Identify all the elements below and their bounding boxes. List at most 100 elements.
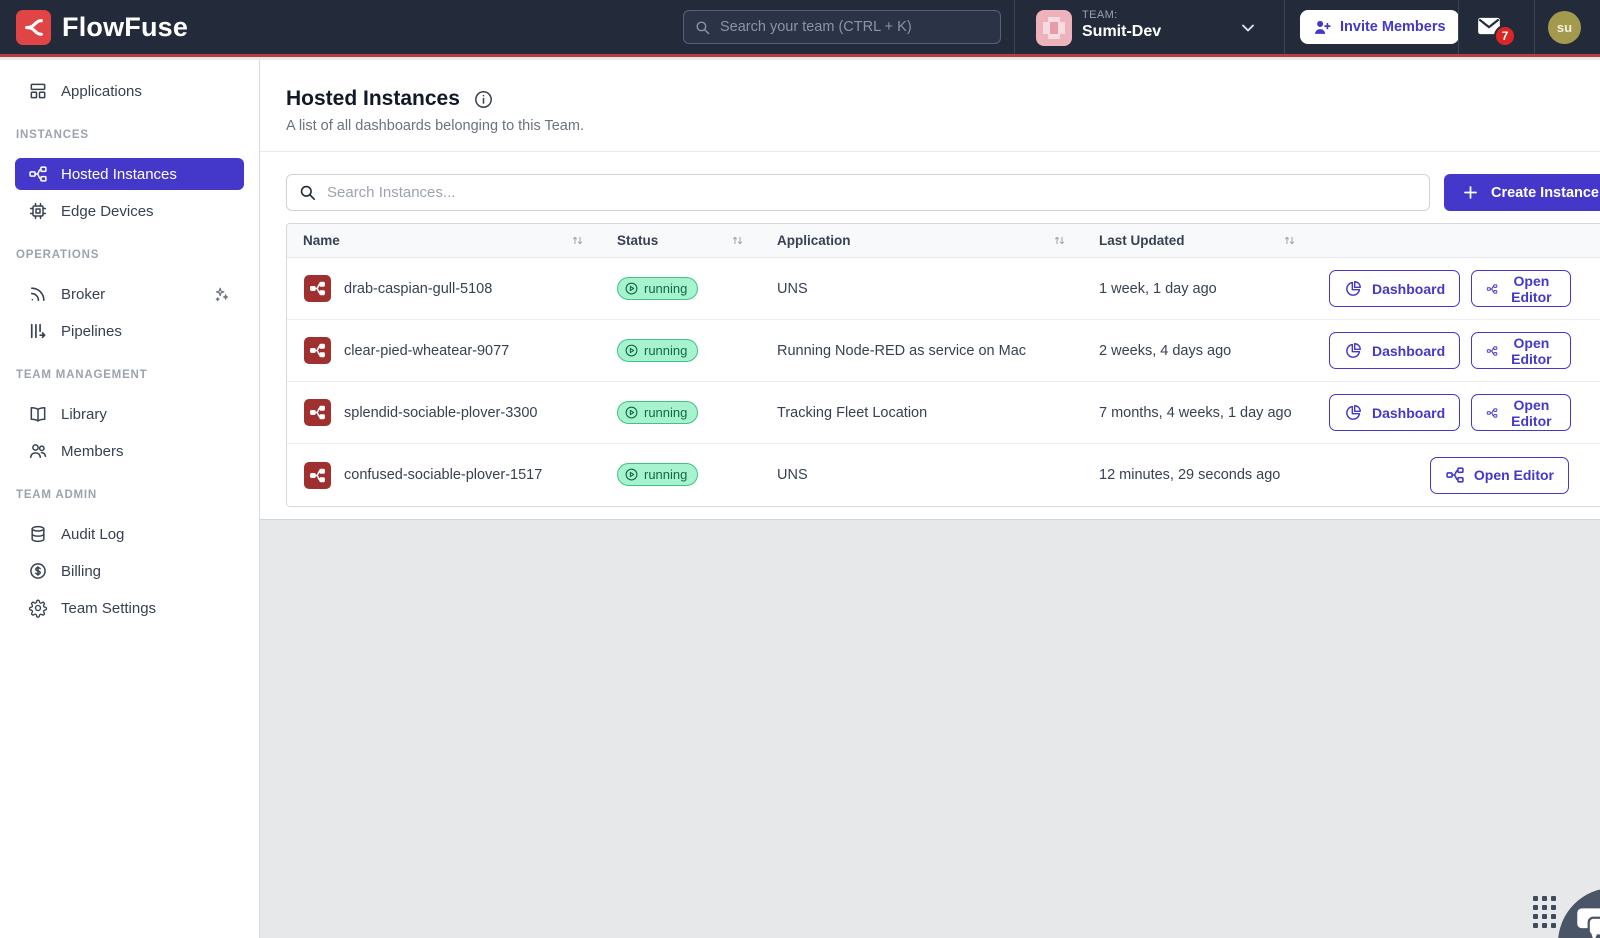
play-circle-icon	[624, 281, 639, 296]
sidebar-item-broker[interactable]: Broker	[15, 278, 244, 310]
status-label: running	[644, 343, 687, 358]
play-circle-icon	[624, 343, 639, 358]
search-icon	[298, 183, 317, 202]
status-label: running	[644, 467, 687, 482]
open-editor-button[interactable]: Open Editor	[1471, 332, 1570, 369]
column-header-status[interactable]: Status	[617, 224, 777, 257]
sidebar-item-label: Audit Log	[61, 526, 124, 543]
sidebar-item-label: Members	[61, 443, 124, 460]
column-header-application[interactable]: Application	[777, 224, 1099, 257]
users-icon	[28, 441, 48, 461]
status-badge: running	[617, 277, 698, 300]
applications-icon	[28, 81, 48, 101]
dollar-circle-icon	[28, 561, 48, 581]
user-plus-icon	[1313, 18, 1332, 37]
navbar-divider	[1014, 0, 1015, 54]
plus-icon	[1461, 183, 1480, 202]
pipelines-icon	[28, 321, 48, 341]
status-badge: running	[617, 401, 698, 424]
team-avatar[interactable]	[1036, 10, 1072, 46]
team-label: TEAM:	[1082, 9, 1161, 21]
team-search[interactable]	[683, 10, 1001, 44]
node-branch-icon	[1486, 279, 1498, 299]
sidebar-item-label: Team Settings	[61, 600, 156, 617]
sort-icon[interactable]	[570, 233, 585, 248]
sidebar-item-library[interactable]: Library	[15, 398, 244, 430]
sidebar-item-team-settings[interactable]: Team Settings	[15, 592, 244, 624]
pie-chart-icon	[1344, 403, 1363, 422]
sidebar-item-billing[interactable]: Billing	[15, 555, 244, 587]
gear-icon	[28, 598, 48, 618]
instance-search-input[interactable]	[327, 184, 1418, 201]
create-instance-label: Create Instance	[1491, 185, 1599, 201]
navbar-divider	[1284, 0, 1285, 54]
last-updated: 12 minutes, 29 seconds ago	[1099, 467, 1280, 483]
top-navbar: FlowFuse TEAM: Sumit-Dev Invite Members	[0, 0, 1600, 57]
sparkles-icon	[211, 284, 231, 304]
main-content: Hosted Instances A list of all dashboard…	[260, 60, 1600, 938]
dashboard-button[interactable]: Dashboard	[1329, 270, 1460, 307]
table-row[interactable]: drab-caspian-gull-5108 running UNS 1 wee…	[287, 258, 1600, 320]
user-avatar[interactable]: su	[1548, 11, 1581, 44]
play-circle-icon	[624, 405, 639, 420]
table-row[interactable]: clear-pied-wheatear-9077 running Running…	[287, 320, 1600, 382]
open-editor-button[interactable]: Open Editor	[1471, 270, 1570, 307]
instance-name: confused-sociable-plover-1517	[344, 467, 542, 483]
sidebar-item-edge-devices[interactable]: Edge Devices	[15, 195, 244, 227]
sidebar-item-members[interactable]: Members	[15, 435, 244, 467]
notifications-button[interactable]: 7	[1474, 13, 1520, 47]
dashboard-button[interactable]: Dashboard	[1329, 394, 1460, 431]
sidebar-item-label: Library	[61, 406, 107, 423]
toolbar: Create Instance	[260, 152, 1600, 211]
node-red-instance-icon	[304, 337, 331, 364]
table-body: drab-caspian-gull-5108 running UNS 1 wee…	[287, 258, 1600, 506]
widget-drag-handle[interactable]	[1533, 896, 1556, 928]
info-icon[interactable]	[473, 89, 494, 110]
instance-name: clear-pied-wheatear-9077	[344, 343, 509, 359]
sidebar-item-audit-log[interactable]: Audit Log	[15, 518, 244, 550]
chevron-down-icon[interactable]	[1238, 18, 1258, 38]
sidebar-item-applications[interactable]: Applications	[15, 75, 244, 107]
book-open-icon	[28, 404, 48, 424]
sort-icon[interactable]	[1282, 233, 1297, 248]
brand[interactable]: FlowFuse	[16, 10, 188, 45]
table-row[interactable]: splendid-sociable-plover-3300 running Tr…	[287, 382, 1600, 444]
pie-chart-icon	[1344, 279, 1363, 298]
sidebar-item-hosted-instances[interactable]: Hosted Instances	[15, 158, 244, 190]
sidebar-item-label: Broker	[61, 286, 105, 303]
sidebar-item-pipelines[interactable]: Pipelines	[15, 315, 244, 347]
team-selector[interactable]: TEAM: Sumit-Dev	[1082, 9, 1161, 41]
instance-search[interactable]	[286, 174, 1430, 211]
column-header-last-updated[interactable]: Last Updated	[1099, 224, 1329, 257]
sidebar-item-label: Billing	[61, 563, 101, 580]
broker-rss-icon	[28, 284, 48, 304]
node-branch-icon	[1445, 465, 1465, 485]
open-editor-button[interactable]: Open Editor	[1430, 457, 1569, 494]
sidebar-item-label: Hosted Instances	[61, 166, 177, 183]
sort-icon[interactable]	[1052, 233, 1067, 248]
page-title: Hosted Instances	[286, 87, 460, 111]
instance-name: drab-caspian-gull-5108	[344, 281, 492, 297]
database-icon	[28, 524, 48, 544]
last-updated: 1 week, 1 day ago	[1099, 281, 1217, 297]
dashboard-button[interactable]: Dashboard	[1329, 332, 1460, 369]
invite-members-button[interactable]: Invite Members	[1300, 10, 1459, 44]
sort-icon[interactable]	[730, 233, 745, 248]
chat-bubble-icon	[1571, 899, 1600, 938]
notification-badge: 7	[1494, 25, 1516, 47]
open-editor-button[interactable]: Open Editor	[1471, 394, 1570, 431]
team-name: Sumit-Dev	[1082, 23, 1161, 41]
last-updated: 7 months, 4 weeks, 1 day ago	[1099, 405, 1292, 421]
last-updated: 2 weeks, 4 days ago	[1099, 343, 1231, 359]
sidebar-item-label: Applications	[61, 83, 142, 100]
pie-chart-icon	[1344, 341, 1363, 360]
sidebar-section-instances: INSTANCES	[16, 129, 259, 141]
column-header-actions	[1329, 224, 1600, 257]
column-header-name[interactable]: Name	[287, 224, 617, 257]
team-search-input[interactable]	[720, 19, 990, 35]
status-label: running	[644, 405, 687, 420]
chip-icon	[28, 201, 48, 221]
table-row[interactable]: confused-sociable-plover-1517 running UN…	[287, 444, 1600, 506]
create-instance-button[interactable]: Create Instance	[1444, 174, 1600, 211]
node-branch-icon	[1486, 341, 1498, 361]
